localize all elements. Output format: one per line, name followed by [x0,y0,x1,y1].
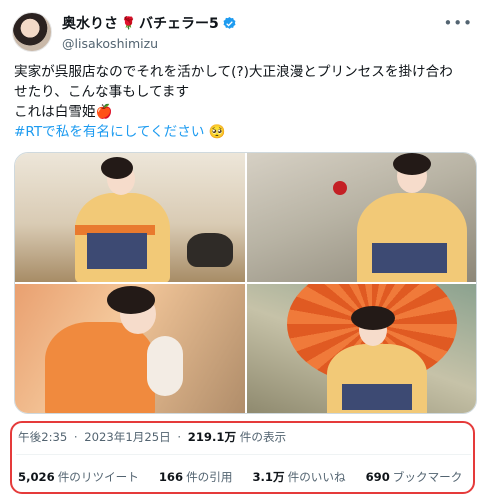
likes-count: 3.1万 [252,470,285,484]
photo-3[interactable] [15,284,245,413]
more-icon[interactable]: ••• [443,14,473,32]
avatar[interactable] [12,12,52,52]
views-label: 件の表示 [239,430,287,444]
retweets-stat[interactable]: 5,026 件のリツイート [18,469,139,485]
meta-separator-1: · [73,430,78,444]
tweet-header: 奥水りさ 🌹 バチェラー5 @lisakoshimizu ••• [12,12,473,52]
verified-badge-icon [223,16,236,29]
display-name[interactable]: 奥水りさ 🌹 バチェラー5 [62,13,237,33]
likes-stat[interactable]: 3.1万 件のいいね [252,469,345,485]
photo-4[interactable] [246,284,476,413]
photo-2[interactable] [246,153,476,282]
quotes-label: 件の引用 [186,470,233,484]
display-name-suffix: バチェラー5 [138,16,219,32]
quotes-count: 166 [158,470,184,484]
engagement-stats: 5,026 件のリツイート 166 件の引用 3.1万 件のいいね 690 ブックマーク [18,469,462,485]
tweet-meta: 午後2:35 · 2023年1月25日 · 219.1万 件の表示 [18,429,286,445]
media-grid [14,152,477,414]
tweet-text: 実家が呉服店なのでそれを活かして(?)大正浪漫とプリンセスを掛け合わ せたり、こ… [14,62,474,142]
author-handle[interactable]: @lisakoshimizu [62,36,237,51]
tweet-text-line-1: 実家が呉服店なのでそれを活かして(?)大正浪漫とプリンセスを掛け合わ [14,64,453,80]
tweet-date[interactable]: 2023年1月25日 [84,430,170,444]
tweet-text-line-2: せたり、こんな事もしてます [14,84,190,100]
meta-separator-2: · [177,430,182,444]
bookmarks-stat[interactable]: 690 ブックマーク [366,469,463,485]
bookmarks-count: 690 [365,470,390,484]
author-names: 奥水りさ 🌹 バチェラー5 @lisakoshimizu [62,13,237,51]
bookmarks-label: ブックマーク [392,470,463,484]
display-name-text: 奥水りさ [62,16,118,32]
stats-divider [16,454,471,455]
tweet-text-line-4: #RTで私を有名にしてください 🥺 [14,122,474,142]
pleading-face-emoji-icon: 🥺 [208,124,226,140]
tweet-text-line-3-text: これは白雪姫 [14,104,96,120]
hashtag-link[interactable]: #RTで私を有名にしてください [14,124,204,140]
tweet-text-line-3: これは白雪姫🍎 [14,102,474,122]
photo-1[interactable] [15,153,245,282]
rose-icon: 🌹 [121,16,136,30]
retweets-label: 件のリツイート [57,470,139,484]
tweet-time[interactable]: 午後2:35 [18,430,67,444]
retweets-count: 5,026 [18,470,55,484]
quotes-stat[interactable]: 166 件の引用 [159,469,233,485]
apple-emoji-icon: 🍎 [95,104,113,120]
views-count: 219.1万 [187,430,237,444]
likes-label: 件のいいね [287,470,346,484]
